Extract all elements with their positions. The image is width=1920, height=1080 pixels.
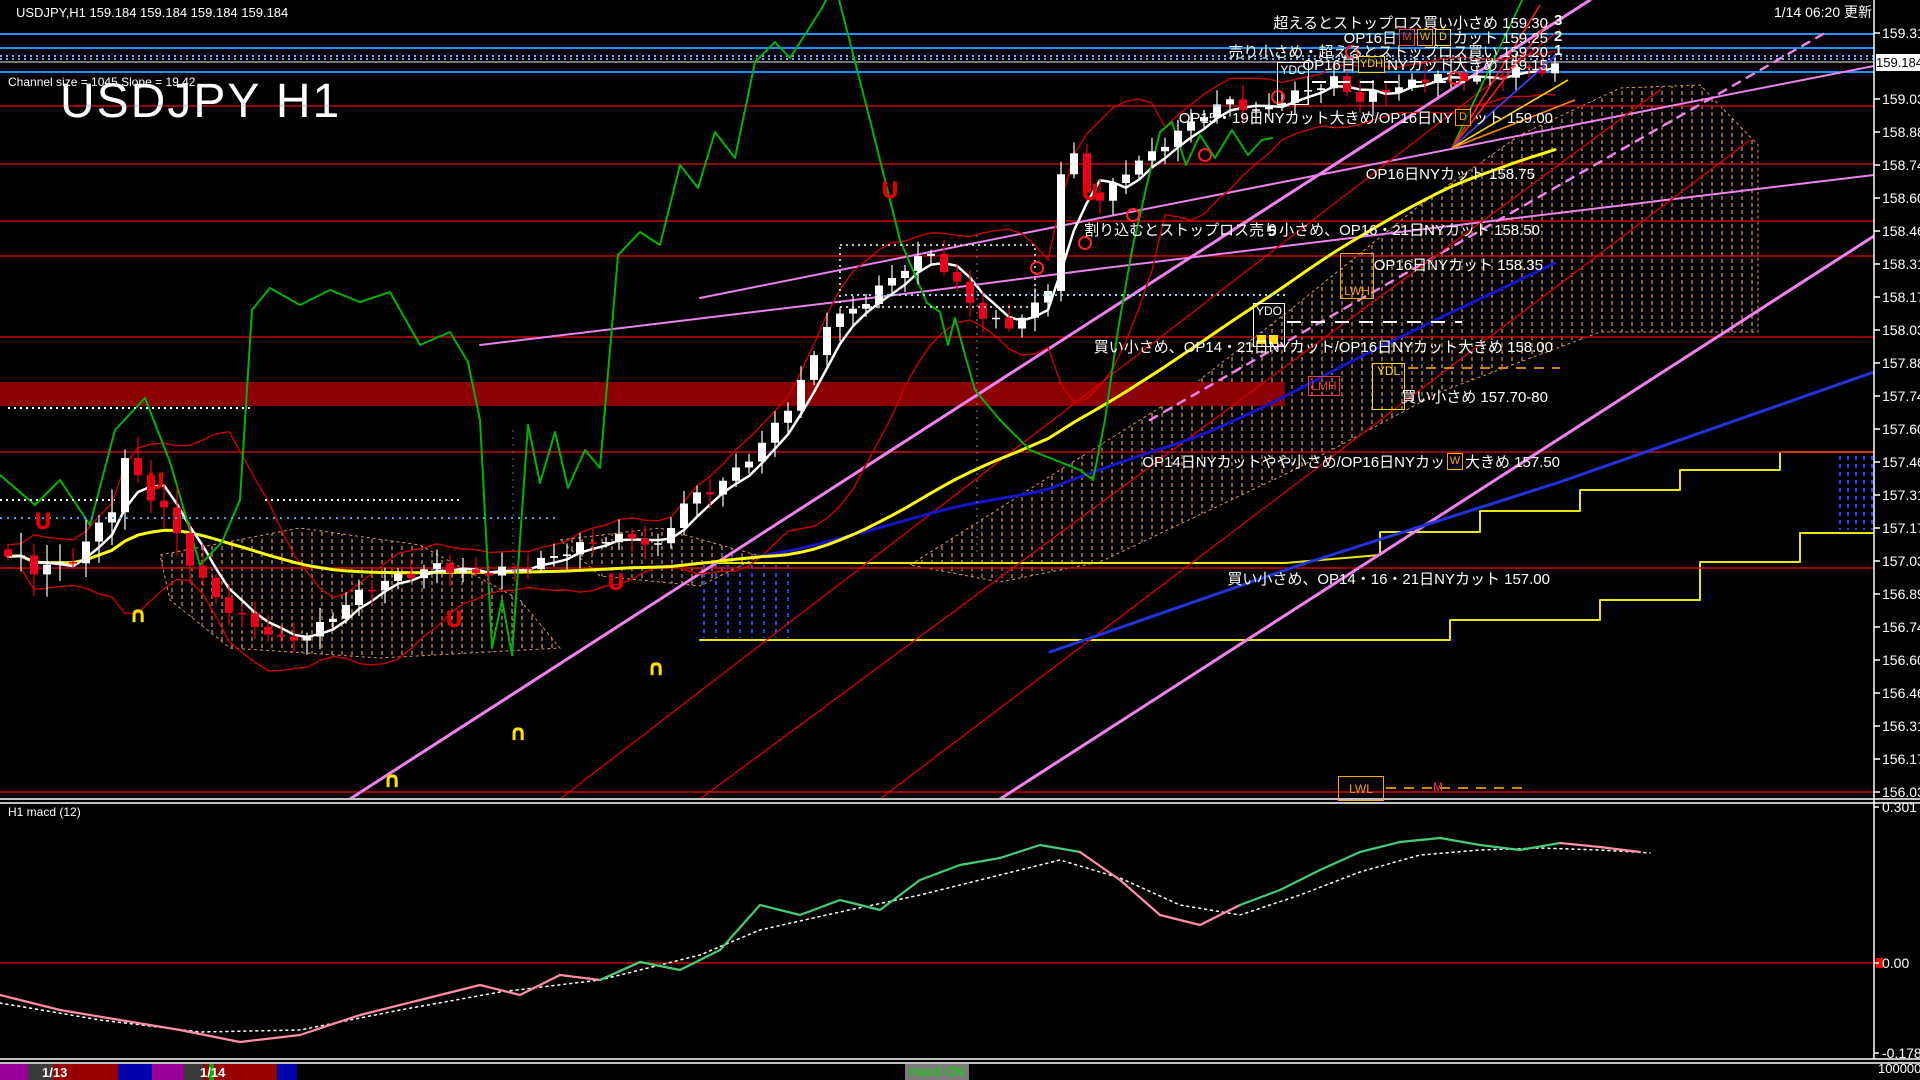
price-axis-label: 156.605 [1882, 652, 1920, 668]
annotation-text: ット 159.00 [1472, 110, 1553, 127]
chart-canvas[interactable]: U U U U U U ∩ ∩ ∩ ∩ [0, 0, 1920, 1080]
price-annotation: OP15・19日NYカット大きめ/OP16日NY D ット 159.00 [1179, 107, 1553, 128]
chart-marker-lwh: LWH [1340, 253, 1374, 299]
price-axis-label: 156.030 [1882, 784, 1920, 800]
annotation-text: 買い小さめ、OP14・16・21日NYカット 157.00 [1227, 571, 1550, 588]
reversal-down-icon: U [881, 179, 899, 204]
reversal-down-icon: U [34, 510, 52, 535]
price-axis-label: 158.460 [1882, 223, 1920, 239]
price-axis-label: 156.315 [1882, 718, 1920, 734]
period-tag-d: D [1454, 109, 1471, 126]
annotation-text: 買い小さめ、OP14・21日NYカット/OP16日NYカット大きめ 158.00 [1093, 339, 1553, 356]
timeline-segment [118, 1064, 152, 1080]
annotation-text: 割り込むとストップロス売り小さめ、OP16・21日NYカット 158.50 [1084, 222, 1540, 239]
price-axis-label: 157.315 [1882, 487, 1920, 503]
price-annotation: OP14日NYカットやや小さめ/OP16日NYカッ W 大きめ 157.50 [1142, 451, 1560, 472]
price-annotation: OP16日 YDH NYカット大きめ 159.15 [1303, 54, 1548, 75]
annotation-text: 大きめ 157.50 [1464, 454, 1560, 471]
price-axis-label: 156.890 [1882, 586, 1920, 602]
timeline-segment [277, 1064, 297, 1080]
price-axis-label: 158.745 [1882, 157, 1920, 173]
price-axis-label: 157.175 [1882, 520, 1920, 536]
update-timestamp: 1/14 06:20 更新 [1773, 4, 1872, 20]
annotation-text: OP16日NYカット 158.35 [1373, 257, 1543, 274]
annotation-text: OP16日NYカット 158.75 [1365, 166, 1535, 183]
annotation-text: OP16日 [1302, 57, 1356, 74]
macd-axis-label: 0.301 [1882, 799, 1918, 815]
price-annotation: 買い小さめ、OP14・16・21日NYカット 157.00 [1227, 568, 1550, 589]
symbol-ohlc-readout: USDJPY,H1 159.184 159.184 159.184 159.18… [16, 5, 289, 20]
annotation-text: OP14日NYカットやや小さめ/OP16日NYカッ [1142, 454, 1445, 471]
price-axis-label: 158.600 [1882, 190, 1920, 206]
reversal-down-icon: U [147, 470, 165, 495]
timeline-segment [0, 1064, 28, 1080]
macd-toggle-button[interactable]: macd ON [905, 1064, 969, 1080]
price-axis-label: 157.030 [1882, 553, 1920, 569]
reversal-down-icon: U [445, 608, 463, 633]
price-axis-label: 156.460 [1882, 685, 1920, 701]
timeline-date-label: 1/14 [200, 1065, 226, 1080]
period-tag-w: W [1446, 453, 1463, 470]
price-axis-label: 156.745 [1882, 619, 1920, 635]
wave-count-label: 3 [1554, 12, 1563, 29]
reversal-down-icon: U [1081, 181, 1099, 206]
price-axis-label: 157.885 [1882, 355, 1920, 371]
price-axis-label: 159.315 [1882, 25, 1920, 41]
price-axis-label: 157.600 [1882, 421, 1920, 437]
price-axis-label: 159.030 [1882, 91, 1920, 107]
timeline-segment [152, 1064, 184, 1080]
price-annotation: OP16日NYカット 158.35 [1374, 254, 1543, 275]
annotation-text: NYカット大きめ 159.15 [1387, 57, 1548, 74]
volume-axis-label: 100000 [1878, 1061, 1920, 1076]
reversal-down-icon: U [607, 571, 625, 596]
channel-info-label: Channel size = 1045 Slope = 19.42 [8, 75, 196, 89]
reversal-up-icon: ∩ [129, 603, 147, 628]
price-axis-label: 158.315 [1882, 256, 1920, 272]
macd-indicator-label: H1 macd (12) [8, 805, 81, 819]
price-annotation: 割り込むとストップロス売り小さめ、OP16・21日NYカット 158.50 [1084, 219, 1540, 240]
trading-app-window: { "header": { "symbol_line": "USDJPY,H1 … [0, 0, 1920, 1080]
price-annotation: 買い小さめ、OP14・21日NYカット/OP16日NYカット大きめ 158.00 [1094, 336, 1553, 357]
price-axis-label: 156.175 [1882, 751, 1920, 767]
chart-marker-m: M [1433, 780, 1443, 794]
macd-axis-label: -0.178 [1882, 1045, 1920, 1061]
price-axis-label: 158.030 [1882, 322, 1920, 338]
chart-marker-ydl: YDL [1372, 363, 1405, 410]
price-axis-label: 158.175 [1882, 289, 1920, 305]
current-price-tag: 159.184 [1876, 54, 1920, 71]
reversal-up-icon: ∩ [509, 721, 527, 746]
price-annotation: OP16日NYカット 158.75 [1366, 163, 1535, 184]
annotation-text: 買い小さめ 157.70-80 [1401, 389, 1548, 406]
price-axis-label: 157.745 [1882, 388, 1920, 404]
chart-marker-lwl: LWL [1338, 776, 1384, 801]
price-axis-label: 157.460 [1882, 454, 1920, 470]
reversal-up-icon: ∩ [647, 656, 665, 681]
wave-count-label: 5 [1268, 223, 1277, 240]
price-annotation: 買い小さめ 157.70-80 [1401, 386, 1548, 407]
timeline-date-label: 1/13 [42, 1065, 68, 1080]
price-axis-label: 158.885 [1882, 124, 1920, 140]
reversal-up-icon: ∩ [383, 768, 401, 793]
period-tag-ydh: YDH [1357, 56, 1386, 73]
wave-count-label: 1 [1554, 42, 1563, 59]
annotation-text: OP15・19日NYカット大きめ/OP16日NY [1178, 110, 1453, 127]
chart-marker-lmh: LMH [1308, 376, 1340, 396]
macd-axis-label: 0.00 [1882, 955, 1910, 971]
